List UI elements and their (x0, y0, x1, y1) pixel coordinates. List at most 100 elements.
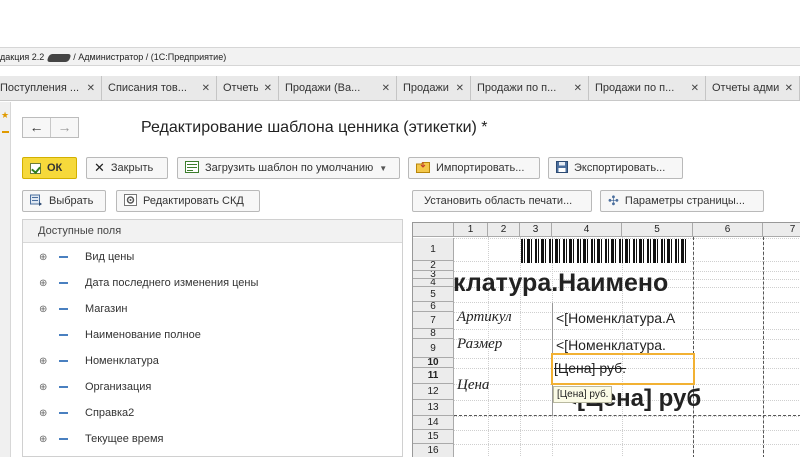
export-button[interactable]: Экспортировать... (548, 157, 683, 179)
row-header[interactable]: 2 (413, 261, 454, 271)
field-dash-icon (59, 334, 68, 336)
active-marker-icon (2, 131, 9, 133)
side-panel-strip: ★ (0, 102, 11, 457)
row-header[interactable]: 9 (413, 339, 454, 358)
window-title-bar: дакция 2.2 / Администратор / (1С:Предпри… (0, 47, 800, 66)
expand-plus-icon[interactable]: ⊕ (39, 382, 47, 393)
field-tree-item[interactable]: ⊕ Справка2 (23, 400, 402, 426)
close-tab-icon[interactable]: ✕ (382, 76, 390, 101)
expand-plus-icon[interactable]: ⊕ (39, 434, 47, 445)
close-button[interactable]: ✕ Закрыть (86, 157, 168, 179)
close-tab-icon[interactable]: ✕ (456, 76, 464, 101)
field-dash-icon (59, 282, 68, 284)
window-title-prefix: дакция 2.2 (0, 52, 45, 62)
select-button[interactable]: Выбрать (22, 190, 106, 212)
row-header[interactable]: 12 (413, 384, 454, 400)
edit-skd-button[interactable]: Редактировать СКД (116, 190, 260, 212)
redacted-scribble (46, 53, 72, 62)
template-spreadsheet[interactable]: 1 2 3 4 5 6 7 1 2 3 4 5 6 7 8 9 10 11 12 13 14 15 16 клатура.На… (412, 222, 800, 457)
expand-plus-icon[interactable]: ⊕ (39, 278, 47, 289)
available-fields-header: Доступные поля (23, 220, 402, 243)
close-tab-icon[interactable]: ✕ (785, 76, 793, 101)
row-header[interactable]: 13 (413, 400, 454, 416)
tab-item[interactable]: Отчеты адми... ✕ (706, 76, 800, 101)
column-header[interactable]: 6 (693, 223, 763, 237)
tab-item[interactable]: Продажи (Ва... ✕ (279, 76, 397, 101)
tab-label: Продажи по п... (477, 82, 557, 94)
field-dash-icon (59, 386, 68, 388)
row-header[interactable]: 11 (413, 368, 454, 384)
column-header[interactable]: 7 (763, 223, 800, 237)
column-header[interactable]: 2 (488, 223, 520, 237)
print-area-border (454, 415, 800, 416)
column-header[interactable]: 3 (520, 223, 552, 237)
print-area-border (763, 237, 764, 457)
tab-label: Списания тов... (108, 82, 187, 94)
page-params-label: Параметры страницы... (624, 195, 745, 207)
grid-line (454, 329, 800, 330)
close-icon: ✕ (94, 160, 105, 175)
tab-item[interactable]: Продажи по п... ✕ (589, 76, 706, 101)
field-dash-icon (59, 412, 68, 414)
row-header[interactable]: 15 (413, 430, 454, 444)
row-header[interactable]: 1 (413, 238, 454, 261)
row-header[interactable]: 4 (413, 279, 454, 287)
close-tab-icon[interactable]: ✕ (574, 76, 582, 101)
grid-line (454, 430, 800, 431)
close-tab-icon[interactable]: ✕ (691, 76, 699, 101)
selected-cell-frame[interactable] (551, 353, 695, 385)
import-label: Импортировать... (436, 162, 525, 174)
field-dash-icon (59, 438, 68, 440)
expand-plus-icon[interactable]: ⊕ (39, 304, 47, 315)
expand-plus-icon[interactable]: ⊕ (39, 408, 47, 419)
tab-item[interactable]: Отчеты ✕ (217, 76, 279, 101)
field-tree-item[interactable]: Наименование полное (23, 322, 402, 348)
field-tree-item[interactable]: ⊕ Вид цены (23, 244, 402, 270)
load-default-template-button[interactable]: Загрузить шаблон по умолчанию ▼ (177, 157, 400, 179)
column-header[interactable]: 1 (454, 223, 488, 237)
article-label: Артикул (457, 309, 512, 325)
row-header[interactable]: 14 (413, 416, 454, 430)
close-tab-icon[interactable]: ✕ (264, 76, 272, 101)
desktop-area (0, 0, 800, 47)
set-print-area-button[interactable]: Установить область печати... (412, 190, 592, 212)
expand-plus-icon[interactable]: ⊕ (39, 356, 47, 367)
field-tree-item[interactable]: ⊕ Организация (23, 374, 402, 400)
close-tab-icon[interactable]: ✕ (202, 76, 210, 101)
tab-item[interactable]: Продажи по п... ✕ (471, 76, 589, 101)
back-arrow-icon[interactable]: ← (23, 118, 50, 137)
size-value: <[Номенклатура. (556, 337, 666, 353)
sheet-corner (413, 223, 454, 237)
ok-button[interactable]: ОК (22, 157, 77, 179)
tab-item[interactable]: Поступления ... ✕ (0, 76, 102, 101)
page-params-button[interactable]: ✣ Параметры страницы... (600, 190, 764, 212)
field-label: Номенклатура (85, 355, 159, 367)
row-header[interactable]: 5 (413, 287, 454, 302)
row-header[interactable]: 10 (413, 358, 454, 368)
field-label: Магазин (85, 303, 128, 315)
row-header[interactable]: 3 (413, 271, 454, 279)
import-button[interactable]: Импортировать... (408, 157, 540, 179)
row-header[interactable]: 6 (413, 302, 454, 312)
ok-check-icon (30, 162, 41, 174)
expand-plus-icon[interactable]: ⊕ (39, 252, 47, 263)
row-header[interactable]: 7 (413, 312, 454, 329)
field-label: Вид цены (85, 251, 135, 263)
nav-buttons: ← → (22, 117, 79, 138)
gear-settings-icon (124, 193, 137, 209)
tab-item[interactable]: Списания тов... ✕ (102, 76, 217, 101)
forward-arrow-icon[interactable]: → (51, 118, 78, 137)
close-tab-icon[interactable]: ✕ (87, 76, 95, 101)
row-header[interactable]: 8 (413, 329, 454, 339)
page-cross-icon: ✣ (608, 193, 619, 208)
field-tree-item[interactable]: ⊕ Текущее время (23, 426, 402, 452)
field-tree-item[interactable]: ⊕ Номенклатура (23, 348, 402, 374)
field-tree-item[interactable]: ⊕ Дата последнего изменения цены (23, 270, 402, 296)
field-tree-item[interactable]: ⊕ Магазин (23, 296, 402, 322)
row-header[interactable]: 16 (413, 444, 454, 457)
column-header[interactable]: 5 (622, 223, 693, 237)
tab-item[interactable]: Продажи ✕ (397, 76, 471, 101)
favorite-star-icon[interactable]: ★ (1, 110, 9, 121)
edit-skd-label: Редактировать СКД (143, 195, 244, 207)
column-header[interactable]: 4 (552, 223, 622, 237)
